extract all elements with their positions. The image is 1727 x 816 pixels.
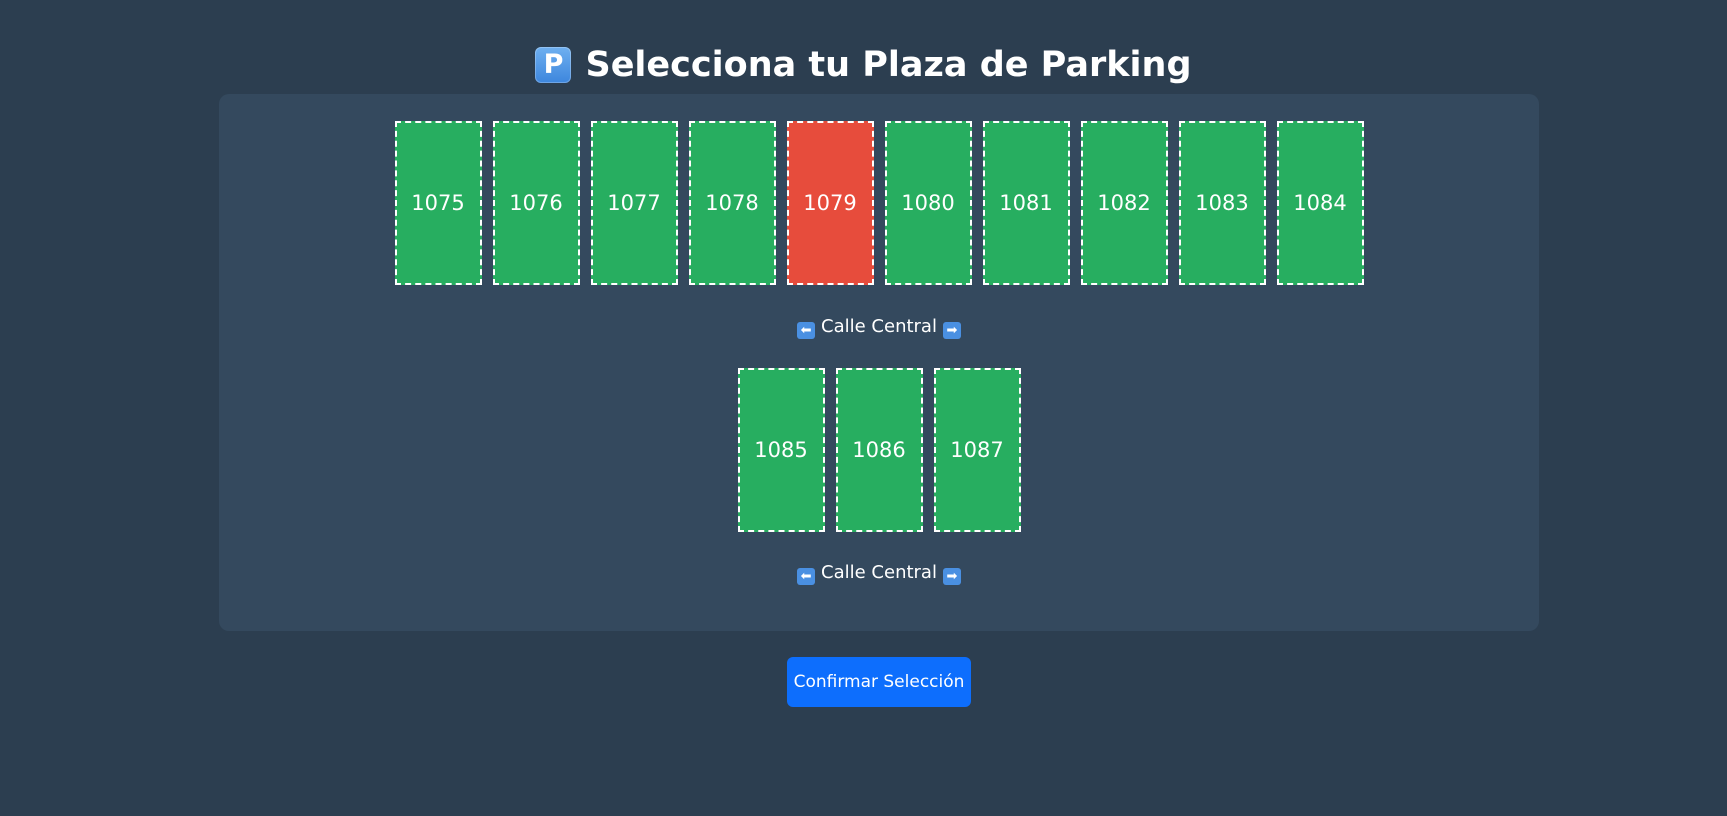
parking-lot: 1075 1076 1077 1078 1079 1080 1081 1082 …: [219, 94, 1539, 631]
parking-spot[interactable]: 1082: [1080, 121, 1168, 285]
street-name: Calle Central: [821, 316, 937, 337]
parking-spot[interactable]: 1077: [590, 121, 678, 285]
parking-spot[interactable]: 1087: [933, 368, 1021, 532]
page-title-text: Selecciona tu Plaza de Parking: [585, 45, 1192, 85]
parking-spot[interactable]: 1084: [1276, 121, 1364, 285]
parking-spot[interactable]: 1080: [884, 121, 972, 285]
page-title: P Selecciona tu Plaza de Parking: [0, 40, 1727, 90]
parking-spot[interactable]: 1078: [688, 121, 776, 285]
parking-page: P Selecciona tu Plaza de Parking 1075 107…: [0, 0, 1727, 816]
parking-spot[interactable]: 1086: [835, 368, 923, 532]
parking-spot[interactable]: 1085: [737, 368, 825, 532]
confirm-selection-button[interactable]: Confirmar Selección: [787, 657, 971, 707]
parking-icon: P: [535, 47, 572, 83]
parking-spot[interactable]: 1083: [1178, 121, 1266, 285]
parking-spot[interactable]: 1075: [394, 121, 482, 285]
arrow-right-icon: ➡: [942, 568, 961, 585]
parking-spot[interactable]: 1079: [786, 121, 874, 285]
parking-row-1: 1075 1076 1077 1078 1079 1080 1081 1082 …: [219, 121, 1539, 285]
arrow-left-icon: ⬅: [797, 322, 816, 339]
street-label-row-2: ⬅ Calle Central ➡: [219, 561, 1539, 585]
parking-spot[interactable]: 1076: [492, 121, 580, 285]
parking-row-2: 1085 1086 1087: [219, 368, 1539, 532]
parking-spot[interactable]: 1081: [982, 121, 1070, 285]
street-label-row-1: ⬅ Calle Central ➡: [219, 315, 1539, 339]
arrow-right-icon: ➡: [942, 322, 961, 339]
street-name: Calle Central: [821, 562, 937, 583]
arrow-left-icon: ⬅: [797, 568, 816, 585]
